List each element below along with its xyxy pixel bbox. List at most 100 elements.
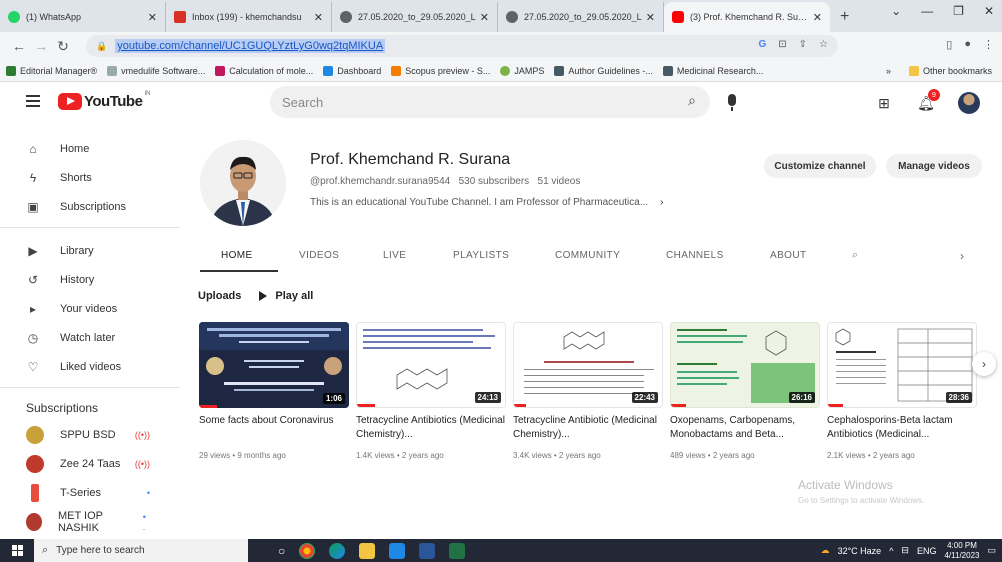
browser-tab-youtube[interactable]: (3) Prof. Khemchand R. Surar ✕ (664, 2, 830, 32)
reload-button[interactable]: ↻ (52, 38, 74, 55)
channel-search-icon[interactable]: ⌕ (852, 249, 858, 262)
install-app-icon[interactable]: ⊡ (778, 39, 786, 50)
close-tab-icon[interactable]: ✕ (480, 11, 489, 24)
bookmark-star-icon[interactable]: ☆ (819, 39, 828, 50)
carousel-next-button[interactable]: › (972, 352, 996, 376)
browser-tab-whatsapp[interactable]: (1) WhatsApp ✕ (0, 2, 166, 32)
bookmark-item[interactable]: vmedulife Software... (107, 65, 205, 76)
search-icon[interactable]: ⌕ (688, 92, 696, 109)
show-hidden-icons[interactable]: ^ (889, 546, 893, 556)
channel-avatar-large[interactable] (200, 140, 286, 226)
tab-videos[interactable]: VIDEOS (299, 250, 339, 261)
sidebar-item-subscriptions[interactable]: ▣ Subscriptions (0, 192, 180, 221)
address-bar[interactable]: 🔒 youtube.com/channel/UC1GUQLYztLyG0wq2t… (86, 35, 838, 57)
video-title[interactable]: Tetracycline Antibiotic (Medicinal Chemi… (513, 414, 663, 442)
google-icon[interactable]: G (758, 39, 766, 50)
close-tab-icon[interactable]: ✕ (646, 11, 655, 24)
channel-meta: @prof.khemchandr.surana9544 530 subscrib… (310, 176, 580, 187)
bookmark-item[interactable]: Dashboard (323, 65, 381, 76)
bookmark-item[interactable]: Author Guidelines -... (554, 65, 653, 76)
word-icon[interactable] (419, 542, 436, 559)
close-window-button[interactable]: ✕ (984, 4, 994, 18)
sidebar-item-watch-later[interactable]: ◷ Watch later (0, 323, 180, 352)
video-title[interactable]: Some facts about Coronavirus (199, 414, 349, 428)
subscription-item[interactable]: SPPU BSD ((•)) (0, 420, 180, 449)
subscription-item[interactable]: T-Series • (0, 478, 180, 507)
video-thumbnail[interactable]: 28:36 (827, 322, 977, 408)
sidebar-item-your-videos[interactable]: ▸ Your videos (0, 294, 180, 323)
uploads-heading[interactable]: Uploads (198, 290, 241, 302)
menu-hamburger-icon[interactable] (26, 95, 40, 107)
video-title[interactable]: Oxopenams, Carbopenams, Monobactams and … (670, 414, 820, 442)
chrome-icon[interactable] (299, 542, 316, 559)
youtube-logo[interactable]: YouTube IN (58, 91, 150, 110)
play-all-button[interactable]: Play all (259, 290, 313, 302)
side-panel-icon[interactable]: ▯ (946, 38, 952, 51)
language-indicator[interactable]: ENG (917, 546, 937, 556)
url-text[interactable]: youtube.com/channel/UC1GUQLYztLyG0wq2tqM… (115, 39, 386, 53)
other-bookmarks[interactable]: Other bookmarks (908, 65, 992, 76)
notification-center-icon[interactable]: ▭ (987, 545, 996, 556)
excel-icon[interactable] (449, 542, 466, 559)
store-icon[interactable] (389, 542, 406, 559)
file-explorer-icon[interactable] (359, 542, 376, 559)
menu-icon[interactable]: ⋮ (983, 38, 994, 51)
back-button[interactable]: ← (8, 38, 30, 54)
share-icon[interactable]: ⇪ (799, 39, 807, 50)
video-thumbnail[interactable]: 26:16 (670, 322, 820, 408)
video-thumbnail[interactable]: 24:13 (356, 322, 506, 408)
close-tab-icon[interactable]: ✕ (813, 11, 822, 24)
create-video-icon[interactable]: ⊞ (874, 93, 894, 113)
tab-community[interactable]: COMMUNITY (555, 250, 620, 261)
close-tab-icon[interactable]: ✕ (148, 11, 157, 24)
video-thumbnail[interactable]: 1:06 (199, 322, 349, 408)
browser-tab-gmail[interactable]: Inbox (199) - khemchandsu ✕ (166, 2, 332, 32)
tab-home[interactable]: HOME (221, 250, 253, 261)
sidebar-item-home[interactable]: ⌂ Home (0, 134, 180, 163)
profile-icon[interactable]: ● (964, 38, 971, 51)
tab-channels[interactable]: CHANNELS (666, 250, 724, 261)
restore-button[interactable]: ❐ (953, 4, 964, 18)
clock[interactable]: 4:00 PM 4/11/2023 (944, 541, 979, 561)
account-avatar[interactable] (958, 92, 980, 114)
sidebar-item-history[interactable]: ↺ History (0, 265, 180, 294)
microphone-icon[interactable] (728, 94, 736, 111)
video-title[interactable]: Tetracycline Antibiotics (Medicinal Chem… (356, 414, 506, 442)
subscription-item[interactable]: MET IOP NASHIK • . (0, 507, 180, 536)
close-tab-icon[interactable]: ✕ (314, 11, 323, 24)
minimize-button[interactable]: — (921, 4, 933, 18)
bookmark-item[interactable]: Scopus preview - S... (391, 65, 490, 76)
weather-text[interactable]: 32°C Haze (838, 546, 882, 556)
more-bookmarks-button[interactable]: » (886, 66, 891, 76)
task-view-icon[interactable]: ○ (278, 544, 285, 558)
tab-playlists[interactable]: PLAYLISTS (453, 250, 509, 261)
video-thumbnail[interactable]: 22:43 (513, 322, 663, 408)
browser-tab-doc-1[interactable]: 27.05.2020_to_29.05.2020_L ✕ (332, 2, 498, 32)
browser-tab-doc-2[interactable]: 27.05.2020_to_29.05.2020_L ✕ (498, 2, 664, 32)
bookmark-item[interactable]: Editorial Manager® (6, 65, 97, 76)
sidebar-item-library[interactable]: ▶ Library (0, 236, 180, 265)
bookmark-item[interactable]: Medicinal Research... (662, 65, 763, 76)
notifications-bell-icon[interactable]: 🔔︎ 9 (916, 89, 940, 113)
forward-button[interactable]: → (30, 38, 52, 54)
subscription-item[interactable]: Zee 24 Taas ((•)) (0, 449, 180, 478)
start-button[interactable] (0, 539, 34, 562)
manage-videos-button[interactable]: Manage videos (886, 154, 982, 178)
new-tab-button[interactable]: + (830, 2, 859, 32)
channel-description[interactable]: This is an educational YouTube Channel. … (310, 197, 664, 208)
sidebar-item-liked-videos[interactable]: ♡ Liked videos (0, 352, 180, 381)
tabs-scroll-right-icon[interactable]: › (960, 249, 964, 263)
video-title[interactable]: Cephalosporins-Beta lactam Antibiotics (… (827, 414, 977, 442)
bookmark-item[interactable]: JAMPS (500, 65, 544, 76)
sidebar-item-shorts[interactable]: ϟ Shorts (0, 163, 180, 192)
network-icon[interactable]: ⊟ (901, 545, 909, 556)
search-input[interactable]: Search ⌕ (270, 86, 710, 118)
tab-about[interactable]: ABOUT (770, 250, 806, 261)
taskbar-search-input[interactable]: ⌕ Type here to search (34, 539, 248, 562)
bookmark-item[interactable]: Calculation of mole... (215, 65, 313, 76)
lock-icon[interactable]: 🔒 (96, 41, 107, 52)
edge-icon[interactable] (329, 542, 346, 559)
tab-search-icon[interactable]: ⌄ (891, 4, 901, 18)
tab-live[interactable]: LIVE (383, 250, 406, 261)
customize-channel-button[interactable]: Customize channel (764, 154, 876, 178)
